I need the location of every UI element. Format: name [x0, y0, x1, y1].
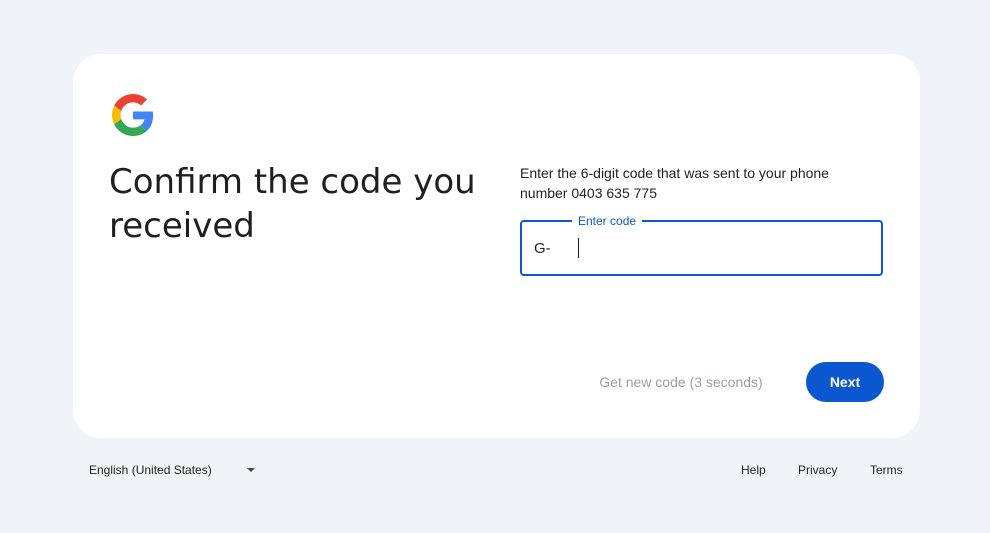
get-new-code-button[interactable]: Get new code (3 seconds) [581, 362, 781, 402]
footer: English (United States) Help Privacy Ter… [0, 455, 990, 485]
code-field-label: Enter code [572, 213, 643, 229]
code-prefix: G- [534, 240, 551, 257]
terms-link[interactable]: Terms [870, 463, 903, 477]
code-field[interactable]: Enter code G- [520, 213, 883, 276]
language-select[interactable]: English (United States) [77, 455, 267, 485]
chevron-down-icon [247, 468, 255, 472]
text-caret [578, 238, 579, 258]
google-logo-icon [112, 94, 154, 136]
sign-in-card: Confirm the code you received Enter the … [73, 54, 920, 438]
next-button[interactable]: Next [806, 362, 884, 402]
code-instructions: Enter the 6-digit code that was sent to … [520, 165, 829, 201]
privacy-link[interactable]: Privacy [798, 463, 837, 477]
code-input[interactable] [576, 236, 866, 260]
language-select-value: English (United States) [89, 463, 212, 477]
help-link[interactable]: Help [741, 463, 766, 477]
page-title: Confirm the code you received [109, 162, 476, 246]
